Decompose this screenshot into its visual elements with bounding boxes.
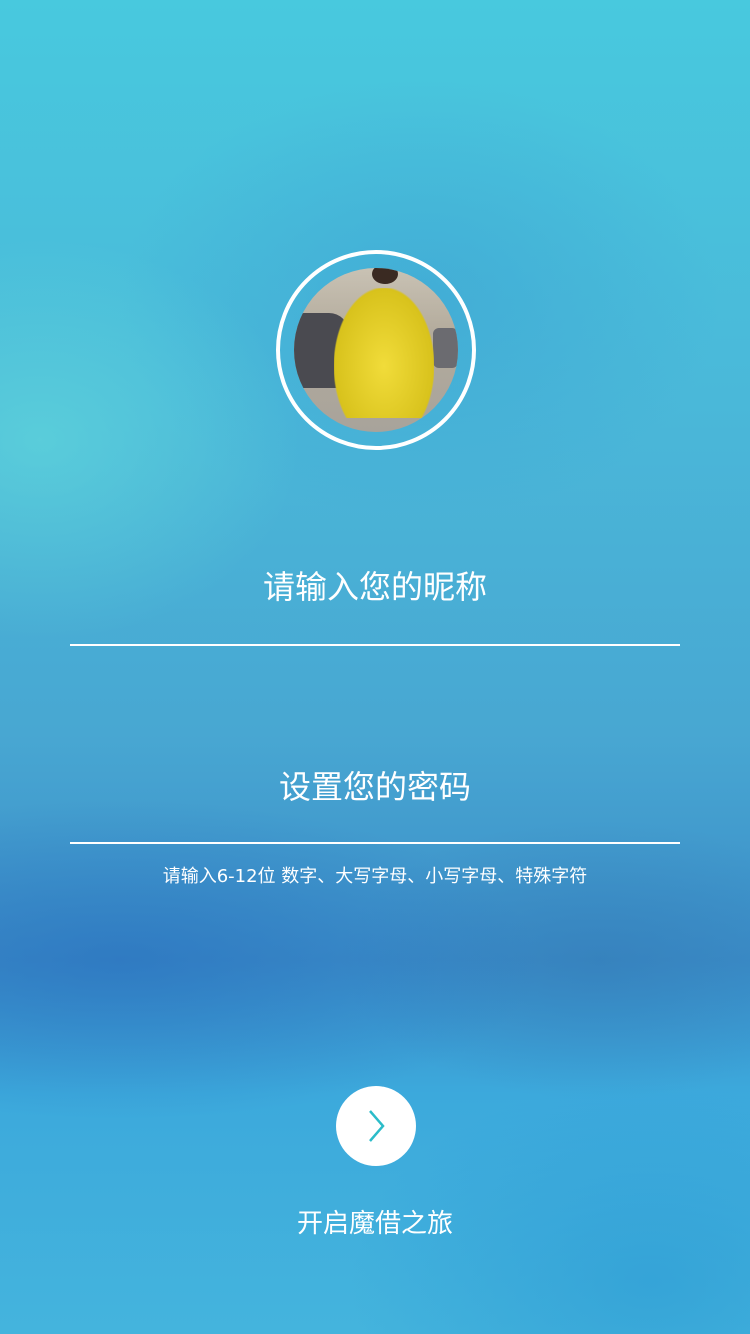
avatar[interactable]	[276, 250, 476, 450]
nickname-input[interactable]: 请输入您的昵称	[70, 562, 680, 646]
nickname-underline	[70, 644, 680, 646]
start-label[interactable]: 开启魔借之旅	[0, 1203, 750, 1240]
nickname-placeholder: 请输入您的昵称	[262, 568, 487, 606]
password-placeholder: 设置您的密码	[278, 768, 471, 806]
password-underline	[70, 842, 680, 844]
avatar-photo	[294, 268, 458, 432]
chevron-right-icon	[369, 1110, 385, 1142]
password-input[interactable]: 设置您的密码	[70, 762, 680, 844]
start-button[interactable]	[336, 1086, 416, 1166]
password-hint: 请输入6-12位 数字、大写字母、小写字母、特殊字符	[162, 866, 588, 887]
